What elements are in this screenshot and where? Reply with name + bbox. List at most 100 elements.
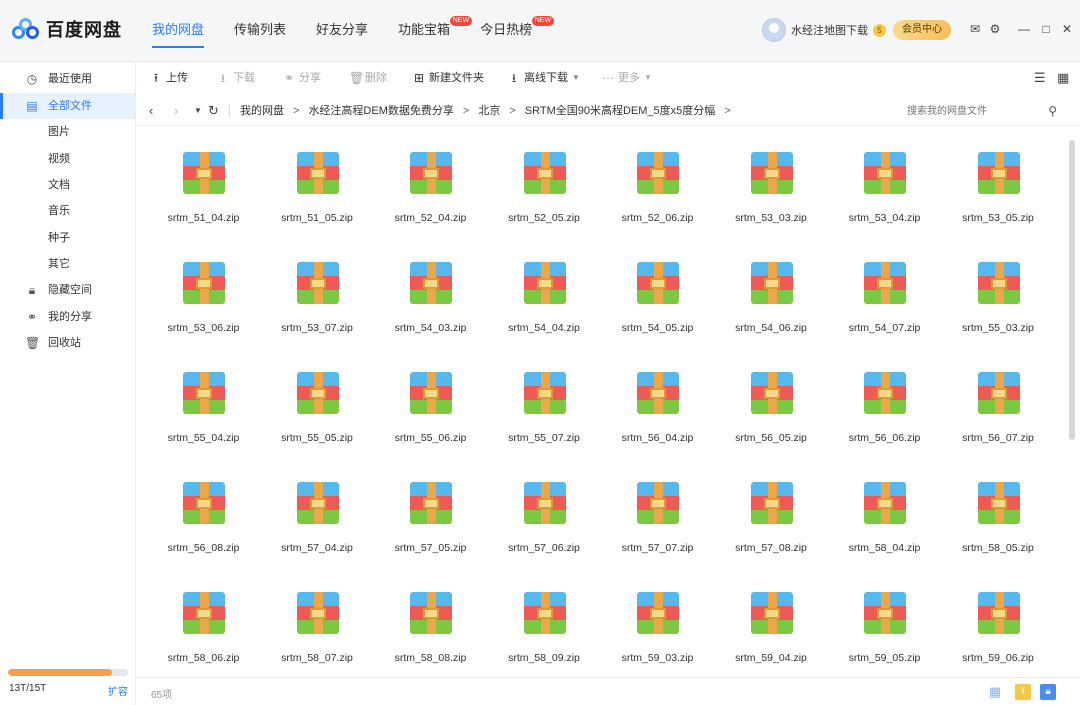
file-item[interactable]: srtm_55_04.zip <box>137 350 250 460</box>
file-item[interactable]: srtm_59_06.zip <box>932 570 1045 675</box>
search-input[interactable] <box>907 101 1037 121</box>
minimize-button[interactable]: — <box>1017 22 1031 36</box>
sidebar-item-10[interactable]: 🗑︎ 回收站 <box>0 330 135 356</box>
file-item[interactable]: srtm_53_07.zip <box>251 240 364 350</box>
sidebar-item-5[interactable]: 音乐 <box>0 198 135 224</box>
sidebar-item-6[interactable]: 种子 <box>0 225 135 251</box>
file-item[interactable]: srtm_53_03.zip <box>705 130 818 240</box>
nav-tab-2[interactable]: 好友分享 <box>316 0 368 62</box>
offline-download-button[interactable]: ⭳ 离线下载 ▼ <box>508 62 580 94</box>
search-icon[interactable]: ⚲ <box>1048 104 1057 118</box>
file-item[interactable]: srtm_58_06.zip <box>137 570 250 675</box>
file-item[interactable]: srtm_57_08.zip <box>705 460 818 570</box>
file-item[interactable]: srtm_57_07.zip <box>591 460 704 570</box>
file-item[interactable]: srtm_54_04.zip <box>478 240 591 350</box>
sidebar-item-label: 音乐 <box>48 205 70 217</box>
file-item[interactable]: srtm_56_06.zip <box>818 350 931 460</box>
zip-archive-icon <box>750 372 793 414</box>
file-item[interactable]: srtm_54_05.zip <box>591 240 704 350</box>
file-item[interactable]: srtm_55_07.zip <box>478 350 591 460</box>
file-item[interactable]: srtm_58_05.zip <box>932 460 1045 570</box>
file-item[interactable]: srtm_58_09.zip <box>478 570 591 675</box>
file-item[interactable]: srtm_57_06.zip <box>478 460 591 570</box>
file-item[interactable]: srtm_53_06.zip <box>137 240 250 350</box>
upload-button[interactable]: ⭱ 上传 <box>150 62 188 94</box>
file-item[interactable]: srtm_52_04.zip <box>364 130 477 240</box>
zip-archive-icon <box>296 482 339 524</box>
zip-archive-icon <box>410 372 452 414</box>
breadcrumb: 我的网盘 > 水经注高程DEM数据免费分享 > 北京 > SRTM全国90米高程DEM_5度… <box>240 96 740 126</box>
file-item[interactable]: srtm_53_05.zip <box>932 130 1045 240</box>
file-item[interactable]: srtm_52_06.zip <box>591 130 704 240</box>
file-item[interactable]: srtm_55_06.zip <box>364 350 477 460</box>
file-item[interactable]: srtm_57_05.zip <box>364 460 477 570</box>
grid-view-icon[interactable]: ▦ <box>987 684 1003 700</box>
file-item[interactable]: srtm_54_06.zip <box>705 240 818 350</box>
file-item[interactable]: srtm_58_07.zip <box>251 570 364 675</box>
lock-icon[interactable]: 🔒︎ <box>1040 684 1056 700</box>
file-item[interactable]: srtm_51_05.zip <box>251 130 364 240</box>
sidebar-item-2[interactable]: 图片 <box>0 119 135 145</box>
sidebar-item-8[interactable]: 🔒︎ 隐藏空间 <box>0 277 135 303</box>
nav-tab-4[interactable]: 今日热榜 NEW <box>480 0 555 62</box>
nav-tab-0[interactable]: 我的网盘 <box>152 0 205 62</box>
expand-storage-link[interactable]: 扩容 <box>108 683 128 698</box>
close-button[interactable]: ✕ <box>1060 22 1074 36</box>
upload-arrow-icon[interactable]: ⭱ <box>1015 684 1031 700</box>
file-item[interactable]: srtm_56_07.zip <box>932 350 1045 460</box>
breadcrumb-item[interactable]: 北京 <box>478 96 500 126</box>
share-button[interactable]: ⚭ 分享 <box>283 62 321 94</box>
file-item[interactable]: srtm_55_05.zip <box>251 350 364 460</box>
new-folder-icon: ⊞ <box>413 71 425 85</box>
mail-icon[interactable]: ✉ <box>968 22 982 36</box>
file-item[interactable]: srtm_51_04.zip <box>137 130 250 240</box>
file-item[interactable]: srtm_55_03.zip <box>932 240 1045 350</box>
file-item[interactable]: srtm_56_04.zip <box>591 350 704 460</box>
file-item[interactable]: srtm_56_05.zip <box>705 350 818 460</box>
file-item[interactable]: srtm_52_05.zip <box>478 130 591 240</box>
delete-button[interactable]: 🗑︎ 删除 <box>349 62 387 94</box>
file-item[interactable]: srtm_59_03.zip <box>591 570 704 675</box>
maximize-button[interactable]: □ <box>1039 22 1053 36</box>
file-item[interactable]: srtm_53_04.zip <box>818 130 931 240</box>
history-dropdown-icon[interactable]: ▼ <box>194 106 202 115</box>
offline-download-label: 离线下载 <box>524 72 568 84</box>
avatar[interactable] <box>762 18 786 42</box>
search-box[interactable]: ⚲ <box>907 101 1067 121</box>
file-item[interactable]: srtm_59_04.zip <box>705 570 818 675</box>
nav-tab-3[interactable]: 功能宝箱 NEW <box>398 0 473 62</box>
breadcrumb-item[interactable]: SRTM全国90米高程DEM_5度x5度分幅 <box>525 96 716 126</box>
nav-tab-1[interactable]: 传输列表 <box>234 0 286 62</box>
file-item[interactable]: srtm_57_04.zip <box>251 460 364 570</box>
sidebar-item-label: 全部文件 <box>48 100 92 112</box>
sidebar-item-7[interactable]: 其它 <box>0 251 135 277</box>
file-item[interactable]: srtm_54_07.zip <box>818 240 931 350</box>
zip-archive-icon <box>977 592 1020 634</box>
more-button[interactable]: ⋯ 更多 ▼ <box>602 62 652 94</box>
breadcrumb-item[interactable]: 我的网盘 <box>240 96 284 126</box>
new-folder-button[interactable]: ⊞ 新建文件夹 <box>413 62 484 94</box>
sort-icon[interactable]: ☰ <box>1034 70 1046 86</box>
view-grid-icon[interactable]: ▦ <box>1057 70 1069 86</box>
refresh-icon[interactable]: ↻ <box>208 103 219 119</box>
file-item[interactable]: srtm_59_05.zip <box>818 570 931 675</box>
forward-arrow-icon[interactable]: › <box>174 103 178 118</box>
sidebar-item-0[interactable]: ◷ 最近使用 <box>0 66 135 92</box>
user-info[interactable]: 水经注地图下载 5 <box>762 18 886 42</box>
offline-download-icon: ⭳ <box>511 71 517 85</box>
settings-gear-icon[interactable]: ⚙ <box>988 22 1002 36</box>
vip-center-button[interactable]: 会员中心 <box>893 20 951 40</box>
sidebar-item-3[interactable]: 视频 <box>0 146 135 172</box>
scrollbar[interactable] <box>1069 140 1075 440</box>
file-item[interactable]: srtm_58_04.zip <box>818 460 931 570</box>
sidebar-item-4[interactable]: 文档 <box>0 172 135 198</box>
sidebar-item-1[interactable]: ▤ 全部文件 <box>0 93 135 119</box>
file-item[interactable]: srtm_58_08.zip <box>364 570 477 675</box>
file-item[interactable]: srtm_54_03.zip <box>364 240 477 350</box>
download-button[interactable]: ⭳ 下载 <box>217 62 255 94</box>
sidebar-item-9[interactable]: ⚭ 我的分享 <box>0 304 135 330</box>
breadcrumb-item[interactable]: 水经注高程DEM数据免费分享 <box>308 96 453 126</box>
back-arrow-icon[interactable]: ‹ <box>149 103 153 118</box>
app-logo[interactable]: 百度网盘 <box>12 16 122 42</box>
file-item[interactable]: srtm_56_08.zip <box>137 460 250 570</box>
